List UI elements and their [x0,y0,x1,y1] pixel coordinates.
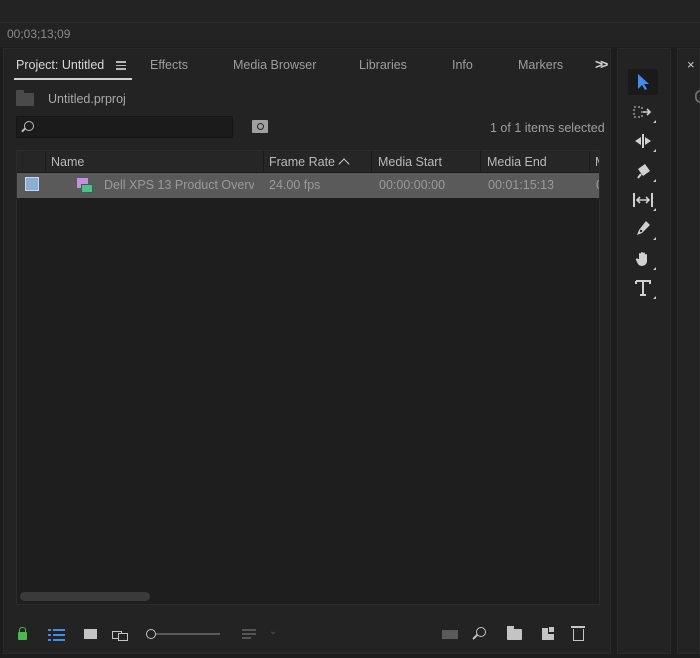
icon-view-icon[interactable] [84,629,97,639]
trash-icon[interactable] [571,626,585,641]
chevron-down-icon[interactable]: ⌄ [269,626,277,637]
panel-menu-icon[interactable] [116,61,126,70]
item-media-start: 00:00:00:00 [379,178,446,192]
tab-media-browser[interactable]: Media Browser [233,58,316,72]
selection-status: 1 of 1 items selected [490,121,605,135]
project-toolbar: ⌄ [4,621,612,647]
project-file-name: Untitled.prproj [48,92,126,106]
column-header-more[interactable]: M [595,155,599,169]
item-frame-rate: 24.00 fps [269,178,321,192]
hand-tool-icon[interactable] [628,246,658,272]
automate-to-sequence-icon[interactable] [442,630,458,639]
list-view-icon[interactable] [48,629,65,641]
tab-effects[interactable]: Effects [150,58,188,72]
column-header-name[interactable]: Name [51,155,84,169]
tab-project[interactable]: Project: Untitled [16,58,104,72]
tools-panel [617,48,671,654]
program-monitor-strip: 00;03;13;09 [0,0,700,47]
search-icon [24,121,34,131]
new-search-bin-icon[interactable] [252,120,268,133]
slip-tool-icon[interactable] [628,187,658,213]
sort-icon[interactable] [242,629,256,639]
project-panel: Project: Untitled Effects Media Browser … [3,48,611,654]
selection-tool-icon[interactable] [628,69,658,95]
horizontal-scrollbar[interactable] [20,592,150,601]
pen-tool-icon[interactable] [628,216,658,242]
new-item-icon[interactable] [542,626,556,640]
list-header: Name Frame Rate Media Start Media End M [17,151,599,173]
active-tab-indicator [14,78,132,80]
panel-tabs: Project: Untitled Effects Media Browser … [4,49,612,81]
search-input[interactable] [16,116,233,138]
new-bin-icon[interactable] [507,626,522,640]
type-tool-icon[interactable] [628,275,658,301]
item-extra: 0 [596,178,599,192]
ripple-edit-tool-icon[interactable] [628,128,658,154]
sort-ascending-icon [338,158,350,170]
tab-overflow-icon[interactable]: >> [595,56,608,72]
timecode-display[interactable]: 00;03;13;09 [7,27,70,41]
project-file-icon [16,90,34,106]
tab-info[interactable]: Info [452,58,473,72]
tab-libraries[interactable]: Libraries [359,58,407,72]
zoom-slider-handle[interactable] [146,629,156,639]
lock-icon[interactable] [18,627,27,640]
freeform-view-icon[interactable] [112,629,132,641]
track-select-tool-icon[interactable] [628,99,658,125]
column-header-media-start[interactable]: Media Start [378,155,442,169]
column-header-frame-rate[interactable]: Frame Rate [269,155,335,169]
project-item-list[interactable]: Name Frame Rate Media Start Media End M … [16,150,600,605]
label-color-swatch[interactable] [25,177,39,191]
find-icon[interactable] [476,627,486,637]
close-icon[interactable]: × [687,57,695,72]
tab-markers[interactable]: Markers [518,58,563,72]
zoom-slider-track[interactable] [156,633,220,635]
item-name[interactable]: Dell XPS 13 Product Overvi [104,178,254,192]
panel-partial-label: C [694,87,700,108]
adjacent-panel: × C [677,48,700,654]
list-item[interactable]: Dell XPS 13 Product Overvi 24.00 fps 00:… [17,173,599,198]
razor-tool-icon[interactable] [628,158,658,184]
sequence-icon [77,178,93,194]
column-header-media-end[interactable]: Media End [487,155,547,169]
item-media-end: 00:01:15:13 [488,178,555,192]
divider [0,22,700,23]
